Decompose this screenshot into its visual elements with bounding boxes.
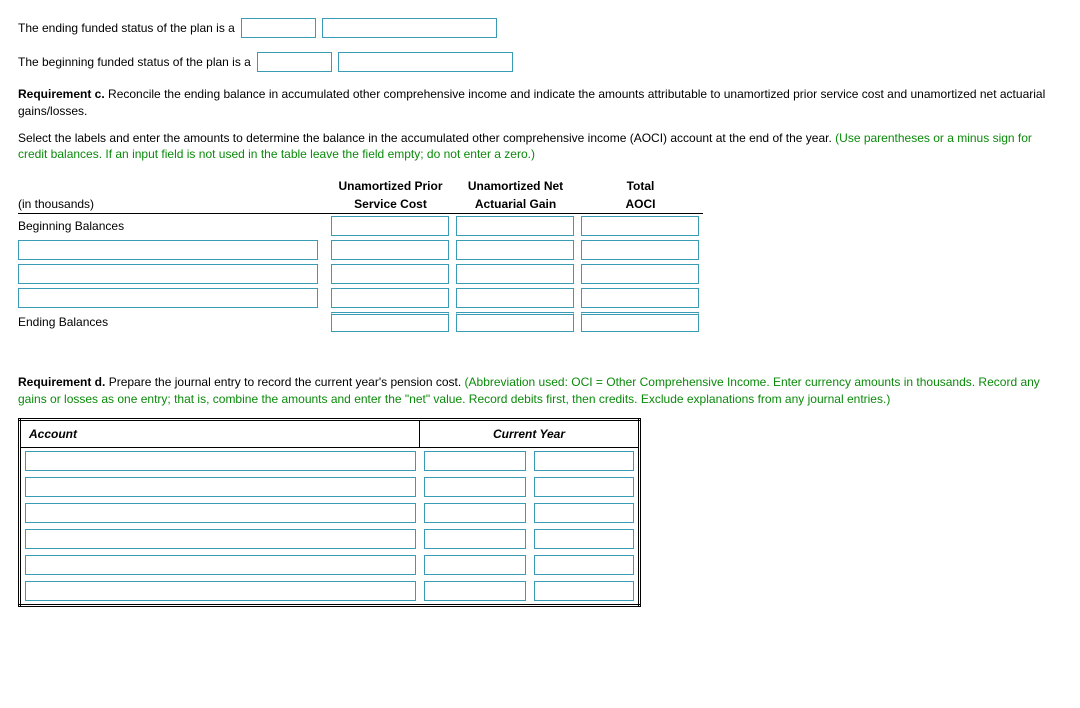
journal-row-1 <box>20 447 640 474</box>
aoci-beginning-label: Beginning Balances <box>18 214 328 239</box>
aoci-input-3-col3[interactable] <box>581 288 699 308</box>
requirement-c-instruction: Select the labels and enter the amounts … <box>18 130 1062 164</box>
journal-header-current-year: Current Year <box>420 419 640 447</box>
aoci-input-2-col1[interactable] <box>331 264 449 284</box>
journal-credit-1[interactable] <box>534 451 635 471</box>
ending-funded-status-label: The ending funded status of the plan is … <box>18 21 235 35</box>
aoci-row-input-2 <box>18 262 703 286</box>
journal-debit-4[interactable] <box>424 529 526 549</box>
aoci-label-input-3[interactable] <box>18 288 318 308</box>
aoci-ending-col2[interactable] <box>456 312 574 332</box>
aoci-table: Unamortized Prior Unamortized Net Total … <box>18 177 703 334</box>
aoci-beginning-col3[interactable] <box>581 216 699 236</box>
aoci-input-1-col2[interactable] <box>456 240 574 260</box>
aoci-beginning-col1[interactable] <box>331 216 449 236</box>
journal-row-3 <box>20 500 640 526</box>
aoci-input-1-col3[interactable] <box>581 240 699 260</box>
aoci-header-blank <box>18 177 328 195</box>
journal-header-account: Account <box>20 419 420 447</box>
ending-status-amount[interactable] <box>322 18 497 38</box>
aoci-header-col1-line2: Service Cost <box>328 195 453 214</box>
journal-debit-5[interactable] <box>424 555 526 575</box>
journal-row-5 <box>20 552 640 578</box>
requirement-c: Requirement c. Reconcile the ending bala… <box>18 86 1062 120</box>
aoci-row-input-1 <box>18 238 703 262</box>
aoci-input-1-col1[interactable] <box>331 240 449 260</box>
journal-row-4 <box>20 526 640 552</box>
aoci-header-col1-line1: Unamortized Prior <box>328 177 453 195</box>
aoci-header-in-thousands: (in thousands) <box>18 195 328 214</box>
journal-account-1[interactable] <box>25 451 416 471</box>
aoci-ending-col3[interactable] <box>581 312 699 332</box>
journal-credit-5[interactable] <box>534 555 635 575</box>
aoci-row-ending: Ending Balances <box>18 310 703 334</box>
beginning-funded-status-row: The beginning funded status of the plan … <box>18 52 1062 72</box>
aoci-input-2-col3[interactable] <box>581 264 699 284</box>
ending-funded-status-row: The ending funded status of the plan is … <box>18 18 1062 38</box>
requirement-c-label: Requirement c. <box>18 87 105 101</box>
aoci-header-col3-line2: AOCI <box>578 195 703 214</box>
aoci-input-3-col2[interactable] <box>456 288 574 308</box>
aoci-header-row-2: (in thousands) Service Cost Actuarial Ga… <box>18 195 703 214</box>
journal-account-5[interactable] <box>25 555 416 575</box>
journal-account-3[interactable] <box>25 503 416 523</box>
journal-credit-4[interactable] <box>534 529 635 549</box>
beginning-status-amount[interactable] <box>338 52 513 72</box>
aoci-header-col3-line1: Total <box>578 177 703 195</box>
beginning-status-select[interactable] <box>257 52 332 72</box>
aoci-row-beginning: Beginning Balances <box>18 214 703 239</box>
journal-credit-6[interactable] <box>534 581 635 601</box>
journal-debit-2[interactable] <box>424 477 526 497</box>
journal-debit-6[interactable] <box>424 581 526 601</box>
journal-account-2[interactable] <box>25 477 416 497</box>
aoci-label-input-2[interactable] <box>18 264 318 284</box>
requirement-c-text: Reconcile the ending balance in accumula… <box>18 87 1045 118</box>
journal-credit-2[interactable] <box>534 477 635 497</box>
requirement-d-text: Prepare the journal entry to record the … <box>105 375 464 389</box>
beginning-funded-status-label: The beginning funded status of the plan … <box>18 55 251 69</box>
journal-row-2 <box>20 474 640 500</box>
aoci-header-row-1: Unamortized Prior Unamortized Net Total <box>18 177 703 195</box>
journal-header-row: Account Current Year <box>20 419 640 447</box>
journal-account-6[interactable] <box>25 581 416 601</box>
aoci-input-3-col1[interactable] <box>331 288 449 308</box>
journal-credit-3[interactable] <box>534 503 635 523</box>
aoci-ending-col1[interactable] <box>331 312 449 332</box>
ending-status-select[interactable] <box>241 18 316 38</box>
journal-row-6 <box>20 578 640 606</box>
aoci-row-input-3 <box>18 286 703 310</box>
aoci-beginning-col2[interactable] <box>456 216 574 236</box>
requirement-d: Requirement d. Prepare the journal entry… <box>18 374 1062 408</box>
aoci-label-input-1[interactable] <box>18 240 318 260</box>
requirement-c-instruction-text: Select the labels and enter the amounts … <box>18 131 835 145</box>
aoci-header-col2-line1: Unamortized Net <box>453 177 578 195</box>
requirement-d-label: Requirement d. <box>18 375 105 389</box>
aoci-header-col2-line2: Actuarial Gain <box>453 195 578 214</box>
journal-table: Account Current Year <box>18 418 641 607</box>
journal-account-4[interactable] <box>25 529 416 549</box>
journal-debit-3[interactable] <box>424 503 526 523</box>
journal-debit-1[interactable] <box>424 451 526 471</box>
aoci-ending-label: Ending Balances <box>18 310 328 334</box>
aoci-input-2-col2[interactable] <box>456 264 574 284</box>
